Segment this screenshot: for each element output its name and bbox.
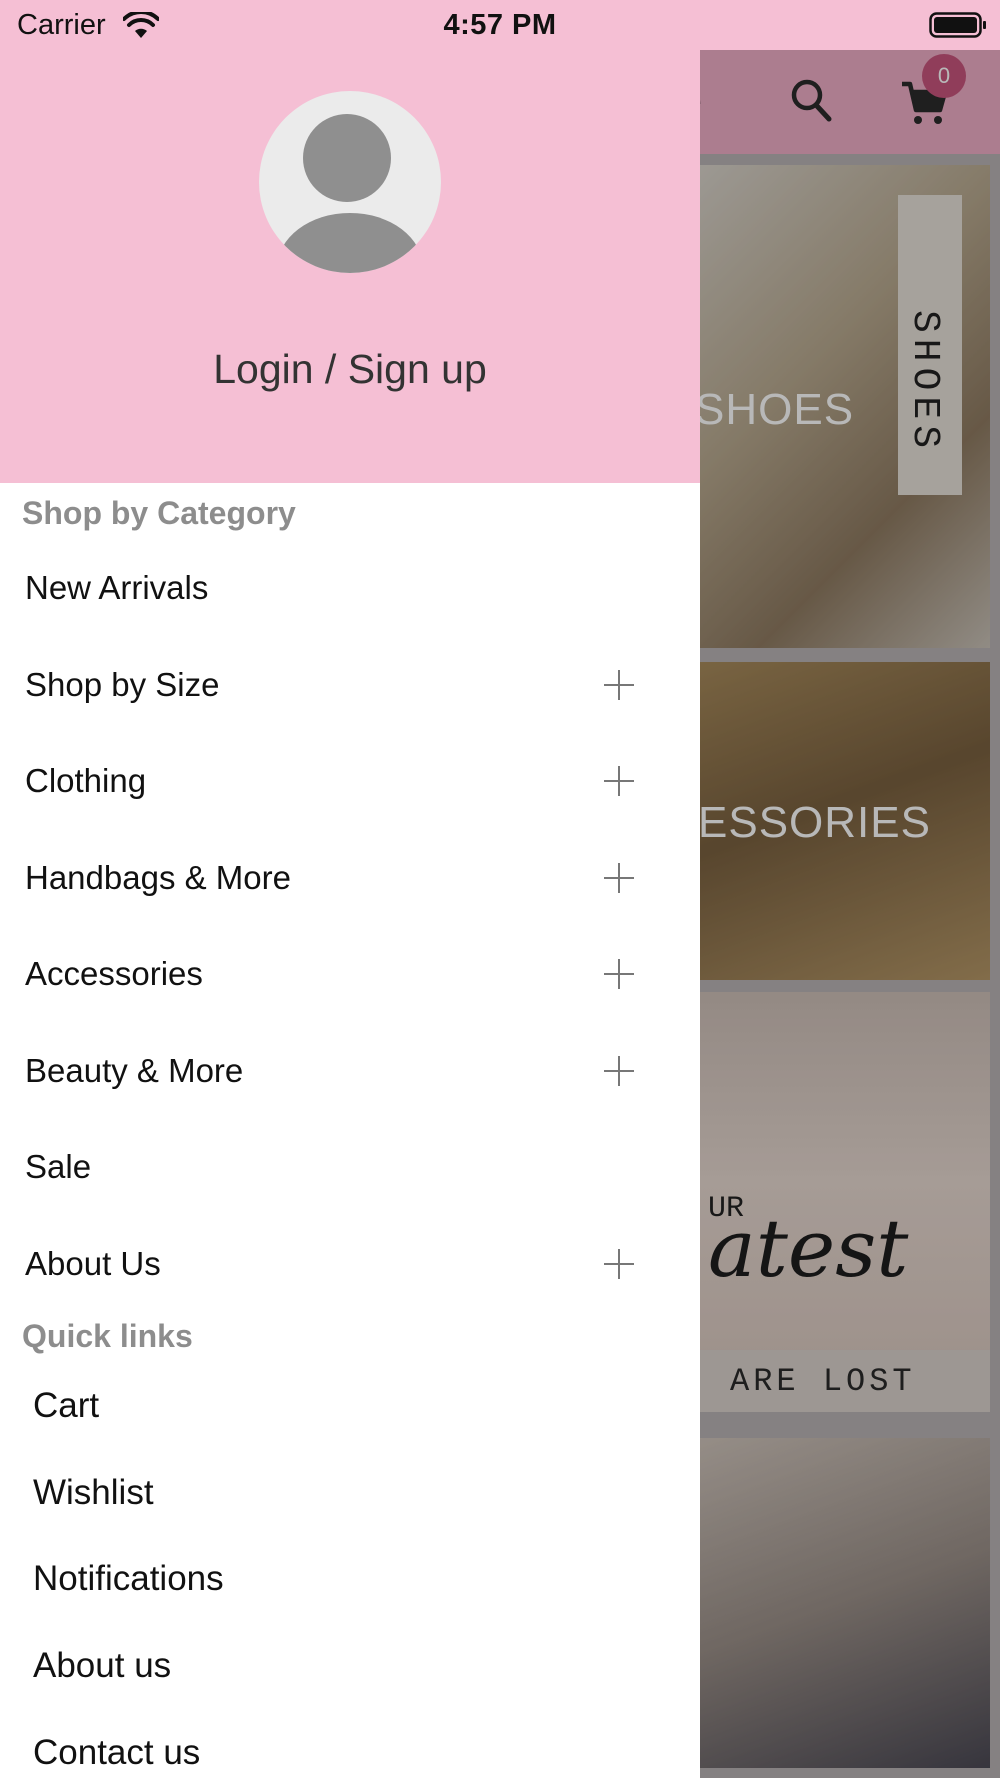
expand-plus-icon[interactable] bbox=[604, 669, 634, 700]
navigation-drawer: Login / Sign up Shop by Category New Arr… bbox=[0, 0, 700, 1778]
quick-link-label: Notifications bbox=[33, 1559, 224, 1599]
drawer-header: Login / Sign up bbox=[0, 0, 700, 483]
expand-plus-icon[interactable] bbox=[604, 1055, 634, 1086]
category-item[interactable]: New Arrivals bbox=[0, 540, 700, 636]
avatar-icon[interactable] bbox=[259, 91, 441, 273]
quick-link-label: Wishlist bbox=[33, 1472, 154, 1512]
status-bar: Carrier 4:57 PM bbox=[0, 0, 1000, 50]
quick-link-item[interactable]: Cart bbox=[0, 1363, 700, 1449]
expand-plus-icon[interactable] bbox=[604, 862, 634, 893]
quick-link-item[interactable]: About us bbox=[0, 1623, 700, 1709]
category-item[interactable]: About Us bbox=[0, 1216, 700, 1312]
quick-link-label: About us bbox=[33, 1646, 172, 1686]
category-label: About Us bbox=[25, 1244, 161, 1282]
avatar-body bbox=[277, 213, 423, 273]
expand-plus-icon[interactable] bbox=[604, 1248, 634, 1279]
category-label: Handbags & More bbox=[25, 858, 291, 896]
category-label: New Arrivals bbox=[25, 569, 209, 606]
expand-plus-icon[interactable] bbox=[604, 766, 634, 796]
category-item[interactable]: Accessories bbox=[0, 926, 700, 1022]
category-item[interactable]: Beauty & More bbox=[0, 1023, 700, 1119]
login-signup-link[interactable]: Login / Sign up bbox=[0, 346, 700, 393]
quick-links-heading: Quick links bbox=[22, 1318, 193, 1354]
category-label: Sale bbox=[25, 1148, 92, 1185]
expand-plus-icon[interactable] bbox=[604, 959, 634, 989]
battery-icon bbox=[929, 12, 987, 38]
category-label: Clothing bbox=[25, 762, 147, 799]
category-item[interactable]: Sale bbox=[0, 1119, 700, 1215]
category-label: Accessories bbox=[25, 955, 203, 992]
category-item[interactable]: Clothing bbox=[0, 733, 700, 829]
category-label: Shop by Size bbox=[25, 665, 220, 703]
quick-link-item[interactable]: Contact us bbox=[0, 1710, 700, 1778]
category-item[interactable]: Handbags & More bbox=[0, 830, 700, 926]
quick-link-item[interactable]: Notifications bbox=[0, 1536, 700, 1622]
category-item[interactable]: Shop by Size bbox=[0, 637, 700, 733]
category-heading: Shop by Category bbox=[22, 495, 296, 531]
status-time: 4:57 PM bbox=[443, 9, 557, 41]
quick-link-label: Contact us bbox=[33, 1732, 201, 1772]
category-label: Beauty & More bbox=[25, 1051, 244, 1089]
quick-link-label: Cart bbox=[33, 1386, 100, 1425]
quick-link-item[interactable]: Wishlist bbox=[0, 1450, 700, 1536]
avatar-head bbox=[303, 114, 391, 202]
